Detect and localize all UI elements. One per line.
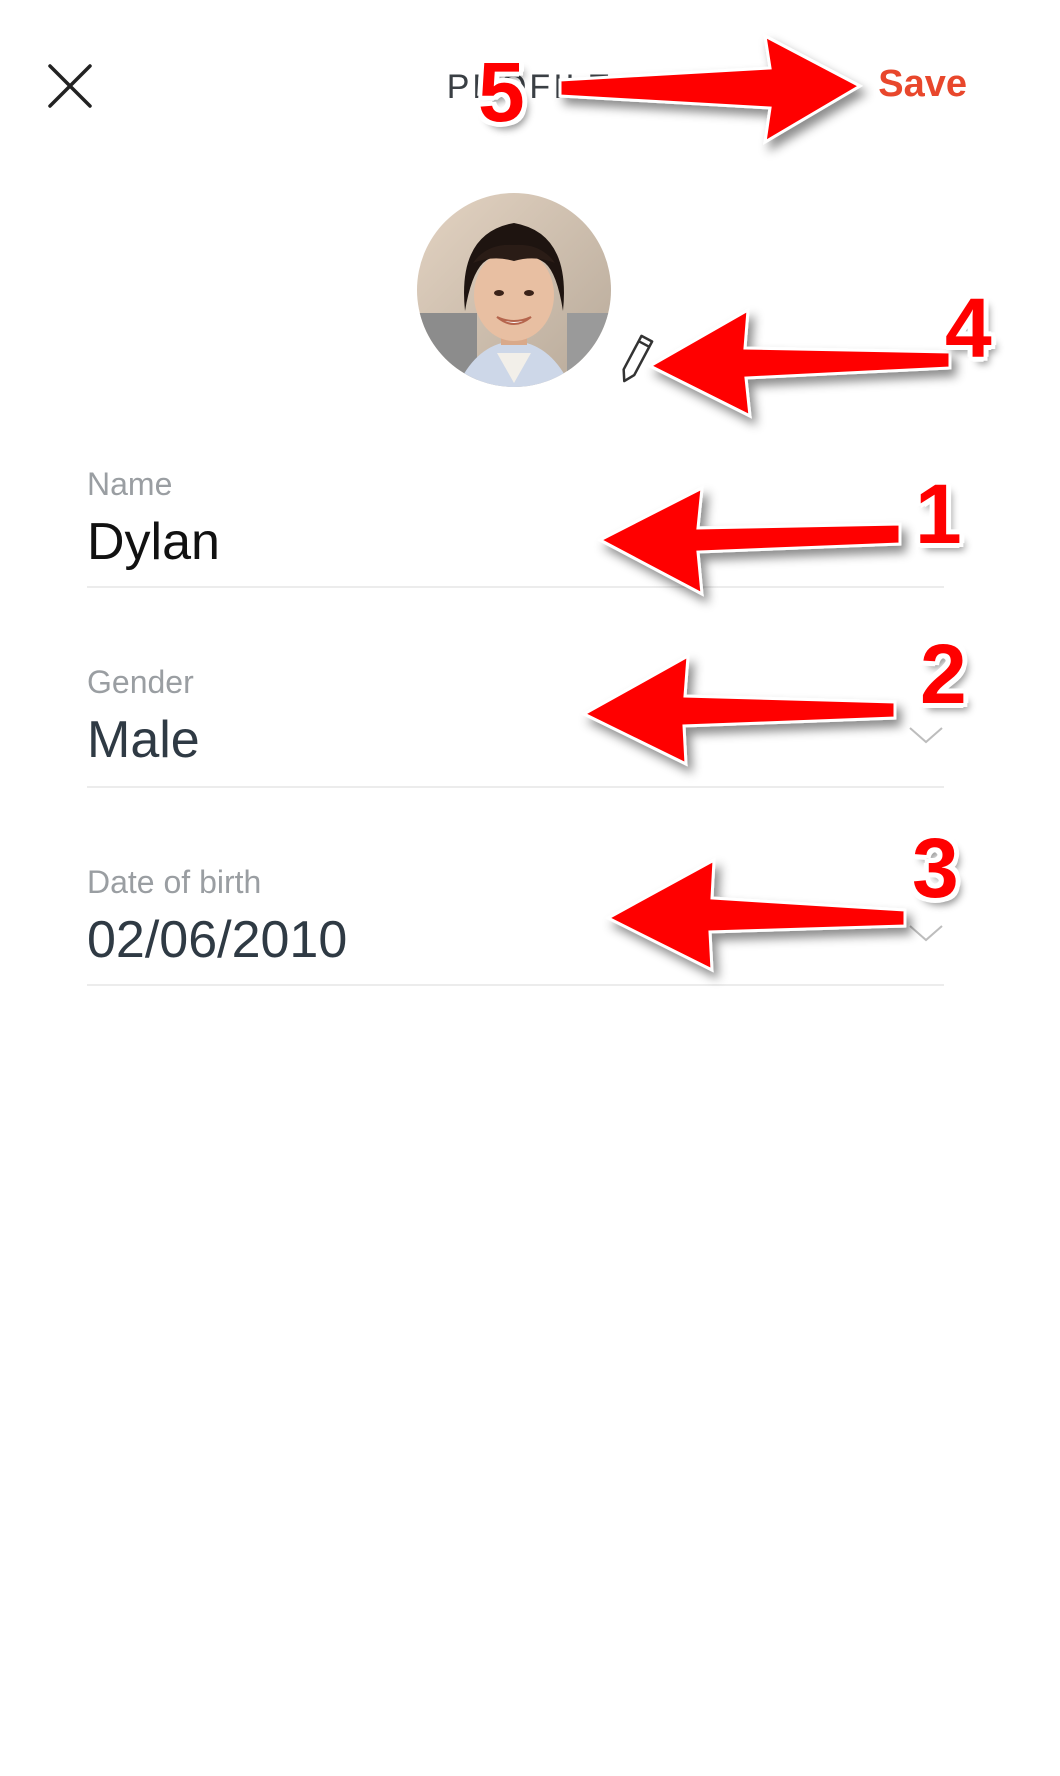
annotation-number-3: 3 [912,821,959,915]
gender-value: Male [87,711,200,769]
save-button[interactable]: Save [878,63,967,106]
dob-value: 02/06/2010 [87,911,348,969]
chevron-down-icon [909,727,943,744]
annotation-number-1: 1 [915,467,962,561]
name-label: Name [87,466,173,502]
gender-field[interactable]: Gender Male [87,664,944,788]
pencil-icon [622,334,654,383]
dob-field[interactable]: Date of birth 02/06/2010 [87,864,944,986]
avatar[interactable] [417,193,611,387]
arrow-4 [646,307,952,419]
annotation-number-4: 4 [945,281,992,375]
dob-label: Date of birth [87,864,262,900]
profile-screen: PROFILE Save Name Dylan Gender Male Date… [0,0,1060,1776]
name-value: Dylan [87,513,220,571]
gender-label: Gender [87,664,194,700]
annotation-number-2: 2 [920,627,967,721]
chevron-down-icon [909,925,943,942]
avatar-photo [417,193,611,387]
edit-avatar-button[interactable] [615,330,657,388]
name-field[interactable]: Name Dylan [87,466,944,588]
annotation-number-5: 5 [478,45,525,139]
